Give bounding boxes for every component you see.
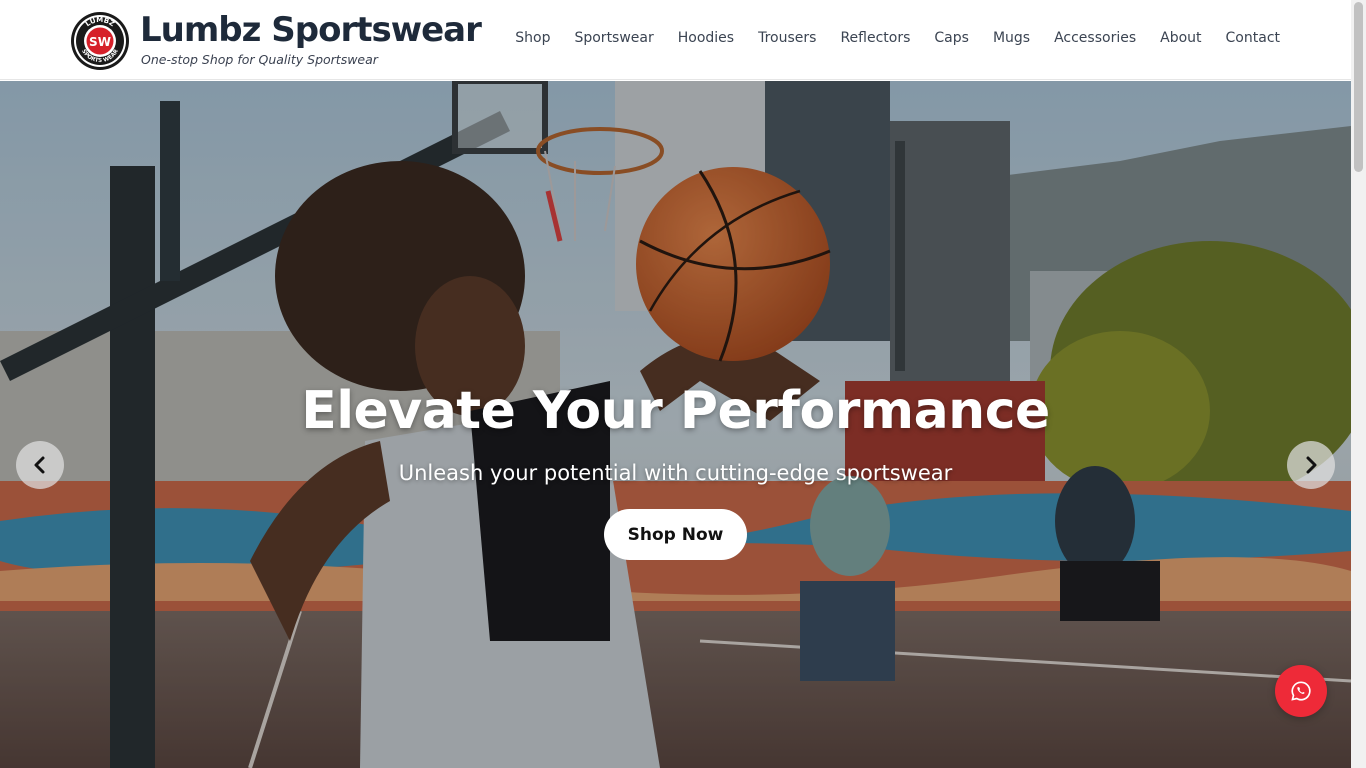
brand-name[interactable]: Lumbz Sportswear [140, 10, 482, 50]
scrollbar-thumb[interactable] [1354, 2, 1363, 172]
main-nav: Shop Sportswear Hoodies Trousers Reflect… [515, 30, 1280, 46]
nav-item-contact[interactable]: Contact [1226, 30, 1280, 46]
page-scrollbar[interactable] [1351, 0, 1366, 768]
hero-slider: Elevate Your Performance Unleash your po… [0, 81, 1351, 768]
whatsapp-chat-button[interactable] [1275, 665, 1327, 717]
nav-item-about[interactable]: About [1160, 30, 1201, 46]
shop-now-button[interactable]: Shop Now [604, 509, 747, 560]
hero-title: Elevate Your Performance [301, 381, 1050, 441]
site-header: SW LUMBZ SPORTS WEAR Lumbz Sportswear On… [0, 0, 1351, 80]
brand-logo[interactable]: SW LUMBZ SPORTS WEAR [70, 11, 130, 71]
slider-prev-button[interactable] [16, 441, 64, 489]
nav-item-trousers[interactable]: Trousers [758, 30, 816, 46]
nav-item-reflectors[interactable]: Reflectors [840, 30, 910, 46]
nav-item-hoodies[interactable]: Hoodies [678, 30, 734, 46]
chevron-left-icon [34, 456, 45, 474]
svg-text:SW: SW [89, 35, 111, 49]
nav-item-mugs[interactable]: Mugs [993, 30, 1030, 46]
nav-item-sportswear[interactable]: Sportswear [574, 30, 653, 46]
chevron-right-icon [1306, 456, 1317, 474]
brand-tagline: One-stop Shop for Quality Sportswear [141, 52, 378, 67]
whatsapp-icon [1291, 681, 1311, 701]
nav-item-shop[interactable]: Shop [515, 30, 550, 46]
nav-item-accessories[interactable]: Accessories [1054, 30, 1136, 46]
nav-item-caps[interactable]: Caps [934, 30, 969, 46]
slider-next-button[interactable] [1287, 441, 1335, 489]
hero-subtitle: Unleash your potential with cutting-edge… [398, 461, 953, 485]
